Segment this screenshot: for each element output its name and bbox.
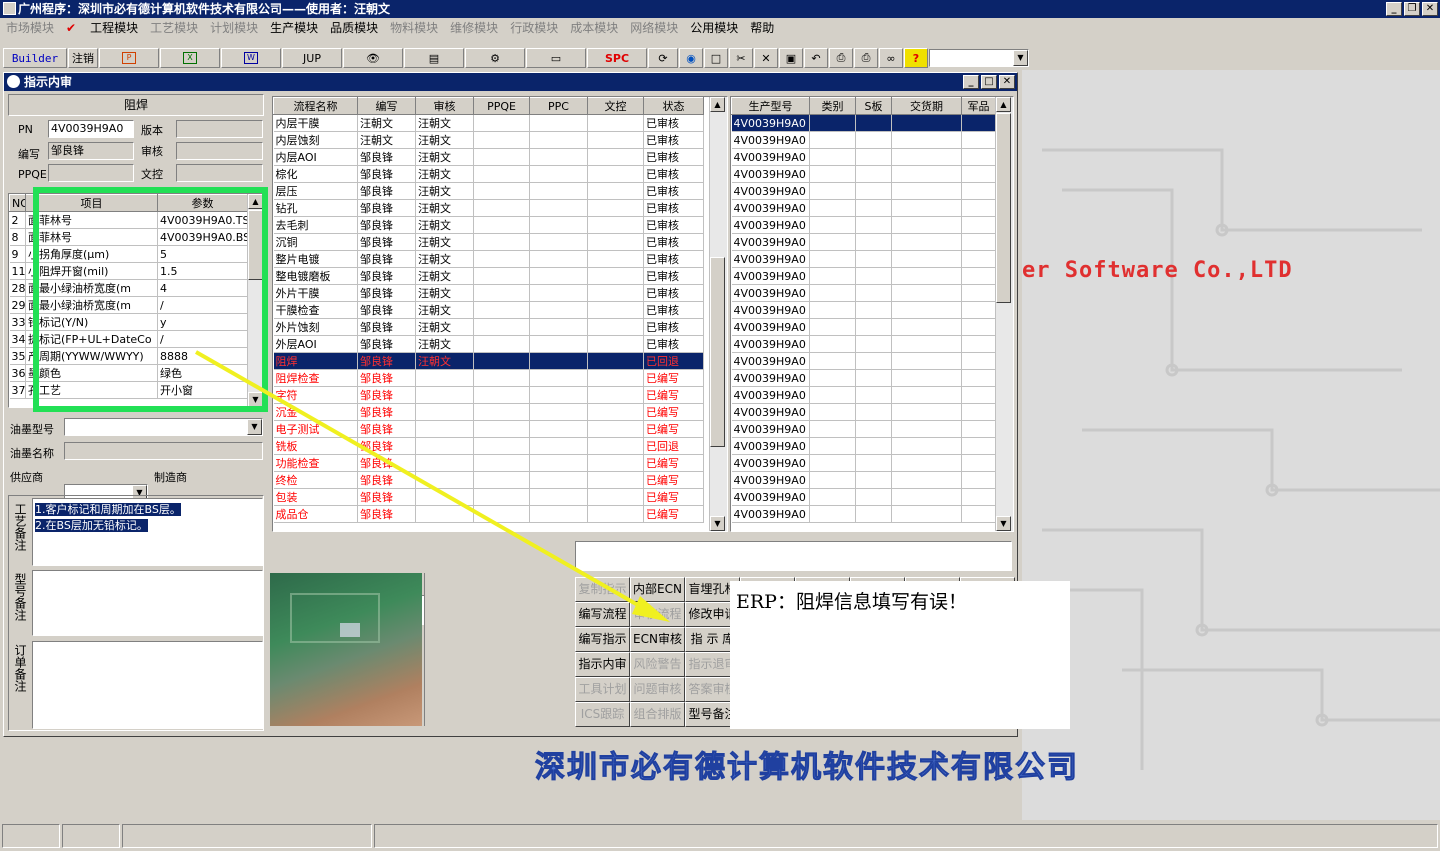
status-bar	[0, 822, 1440, 851]
status-pane-3	[122, 824, 372, 848]
annotation-callout: ERP：阻焊信息填写有误！	[730, 581, 1070, 729]
annotation-text: ERP：阻焊信息填写有误！	[736, 591, 967, 613]
status-pane-1	[2, 824, 60, 848]
status-pane-4	[374, 824, 1438, 848]
status-pane-2	[62, 824, 120, 848]
annotation-arrow	[195, 350, 670, 622]
